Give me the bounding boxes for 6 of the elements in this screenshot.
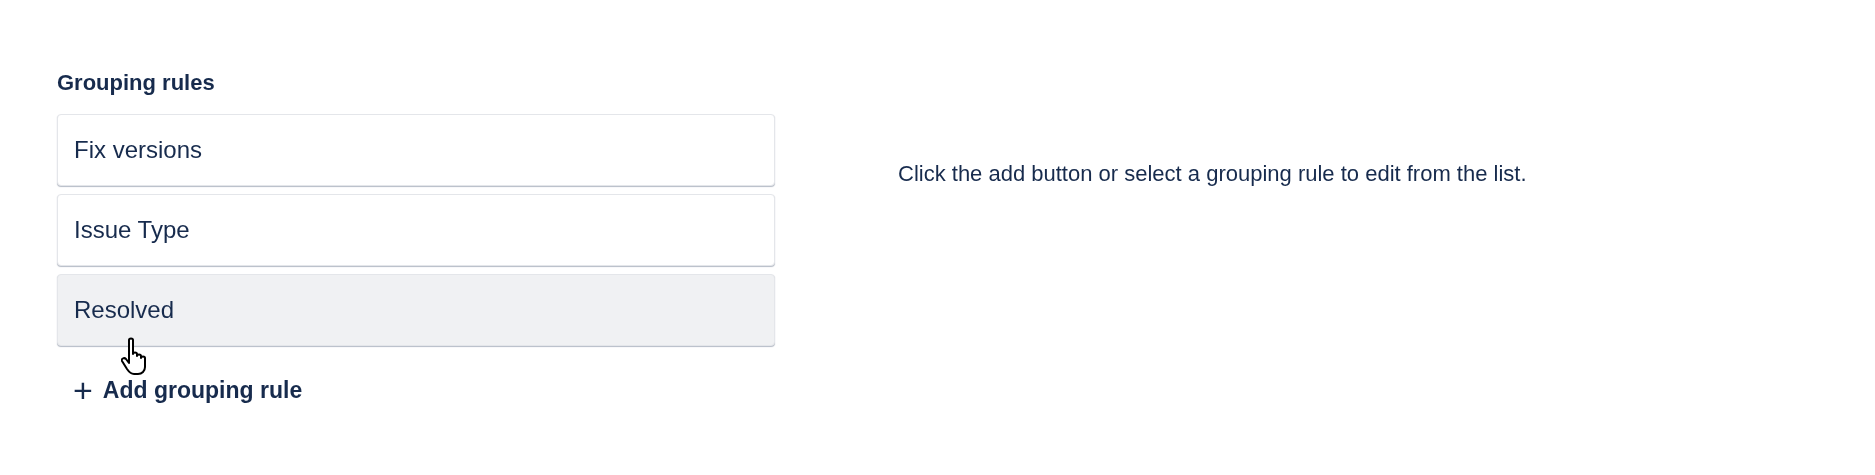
section-heading: Grouping rules	[57, 69, 216, 97]
grouping-rule-item[interactable]: Issue Type	[57, 194, 775, 266]
add-grouping-rule-button[interactable]: + Add grouping rule	[57, 368, 319, 412]
empty-state-message: Click the add button or select a grouping rule to edit from the list.	[898, 160, 1527, 188]
grouping-rule-item[interactable]: Resolved	[57, 274, 775, 346]
grouping-rule-item[interactable]: Fix versions	[57, 114, 775, 186]
